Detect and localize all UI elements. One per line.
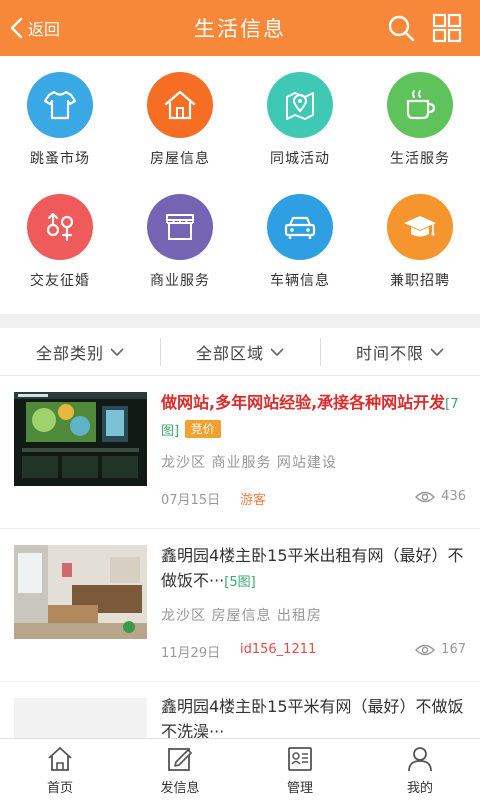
- chevron-down-icon: [430, 348, 444, 357]
- tab-home[interactable]: 首页: [0, 739, 120, 800]
- filter-bar: 全部类别 全部区域 时间不限: [0, 328, 480, 376]
- chevron-down-icon: [270, 348, 284, 357]
- category-icon-circle: [27, 194, 93, 260]
- bottom-tab-bar: 首页 发信息 管理 我的: [0, 738, 480, 800]
- category-icon-circle: [267, 72, 333, 138]
- view-count: 436: [415, 489, 466, 504]
- category-label: 兼职招聘: [390, 273, 450, 289]
- category-icon-circle: [147, 194, 213, 260]
- tab-post[interactable]: 发信息: [120, 739, 240, 800]
- category-label: 商业服务: [150, 273, 210, 289]
- category-label: 跳蚤市场: [30, 151, 90, 167]
- tab-label: 管理: [286, 781, 313, 796]
- tshirt-icon: [43, 90, 77, 120]
- category-local-events[interactable]: 同城活动: [240, 56, 360, 176]
- list-item[interactable]: 鑫明园4楼主卧15平米有网（最好）不做饭不洗澡···: [0, 682, 480, 738]
- chevron-down-icon: [110, 348, 124, 357]
- listing-thumbnail-placeholder: [14, 698, 147, 738]
- filter-label: 全部类别: [35, 344, 104, 363]
- grid-menu-icon[interactable]: [432, 13, 462, 43]
- listing-tags: 龙沙区 商业服务 网站建设: [161, 455, 337, 471]
- listing-thumbnail: [14, 545, 147, 639]
- category-grid: 跳蚤市场 房屋信息 同城活动 生活服务 交友征婚 商业服务 车辆信息 兼职招聘: [0, 56, 480, 314]
- category-vehicles[interactable]: 车辆信息: [240, 178, 360, 298]
- category-icon-circle: [27, 72, 93, 138]
- home-icon: [48, 747, 72, 771]
- listing-title[interactable]: 鑫明园4楼主卧15平米有网（最好）不做饭不洗澡···: [161, 694, 469, 738]
- image-count: [5图]: [224, 575, 256, 590]
- category-housing[interactable]: 房屋信息: [120, 56, 240, 176]
- filter-time[interactable]: 时间不限: [320, 328, 480, 376]
- bid-badge: 竞价: [184, 420, 221, 438]
- category-icon-circle: [147, 72, 213, 138]
- category-life-services[interactable]: 生活服务: [360, 56, 480, 176]
- eye-icon: [415, 644, 436, 655]
- category-icon-circle: [387, 72, 453, 138]
- category-label: 同城活动: [270, 151, 330, 167]
- tab-profile[interactable]: 我的: [360, 739, 480, 800]
- category-dating[interactable]: 交友征婚: [0, 178, 120, 298]
- listing-user: id156_1211: [240, 642, 317, 657]
- search-icon[interactable]: [386, 13, 416, 43]
- house-icon: [164, 90, 196, 120]
- listing-title[interactable]: 做网站,多年网站经验,承接各种网站开发[7图] 竞价: [161, 390, 469, 444]
- listing-tags: 龙沙区 房屋信息 出租房: [161, 608, 322, 624]
- tab-label: 首页: [46, 781, 73, 796]
- edit-icon: [168, 748, 192, 771]
- car-icon: [284, 216, 316, 239]
- list-item[interactable]: 鑫明园4楼主卧15平米出租有网（最好）不做饭不···[5图] 龙沙区 房屋信息 …: [0, 529, 480, 681]
- tab-label: 我的: [406, 781, 433, 796]
- listing-list: 做网站,多年网站经验,承接各种网站开发[7图] 竞价 龙沙区 商业服务 网站建设…: [0, 376, 480, 738]
- list-item[interactable]: 做网站,多年网站经验,承接各种网站开发[7图] 竞价 龙沙区 商业服务 网站建设…: [0, 376, 480, 528]
- listing-date: 07月15日: [161, 493, 221, 508]
- listing-title[interactable]: 鑫明园4楼主卧15平米出租有网（最好）不做饭不···[5图]: [161, 543, 469, 595]
- category-label: 生活服务: [390, 151, 450, 167]
- filter-category[interactable]: 全部类别: [0, 328, 160, 376]
- filter-label: 时间不限: [355, 344, 424, 363]
- eye-icon: [415, 491, 436, 502]
- category-icon-circle: [387, 194, 453, 260]
- id-card-icon: [288, 747, 312, 771]
- listing-date: 11月29日: [161, 646, 221, 661]
- listing-user: 游客: [240, 493, 267, 508]
- category-label: 房屋信息: [150, 151, 210, 167]
- filter-area[interactable]: 全部区域: [160, 328, 320, 376]
- filter-label: 全部区域: [195, 344, 264, 363]
- category-business-services[interactable]: 商业服务: [120, 178, 240, 298]
- category-part-time-jobs[interactable]: 兼职招聘: [360, 178, 480, 298]
- map-pin-icon: [286, 92, 314, 120]
- category-icon-circle: [267, 194, 333, 260]
- shop-icon: [166, 214, 194, 240]
- gender-icon: [46, 212, 74, 242]
- top-bar: 返回 生活信息: [0, 0, 480, 56]
- tab-manage[interactable]: 管理: [240, 739, 360, 800]
- category-label: 车辆信息: [270, 273, 330, 289]
- category-flea-market[interactable]: 跳蚤市场: [0, 56, 120, 176]
- view-count: 167: [415, 642, 466, 657]
- graduation-cap-icon: [404, 216, 436, 237]
- coffee-cup-icon: [406, 90, 436, 120]
- tab-label: 发信息: [160, 781, 200, 796]
- listing-thumbnail: [14, 392, 147, 486]
- category-label: 交友征婚: [30, 273, 90, 289]
- user-icon: [408, 747, 432, 772]
